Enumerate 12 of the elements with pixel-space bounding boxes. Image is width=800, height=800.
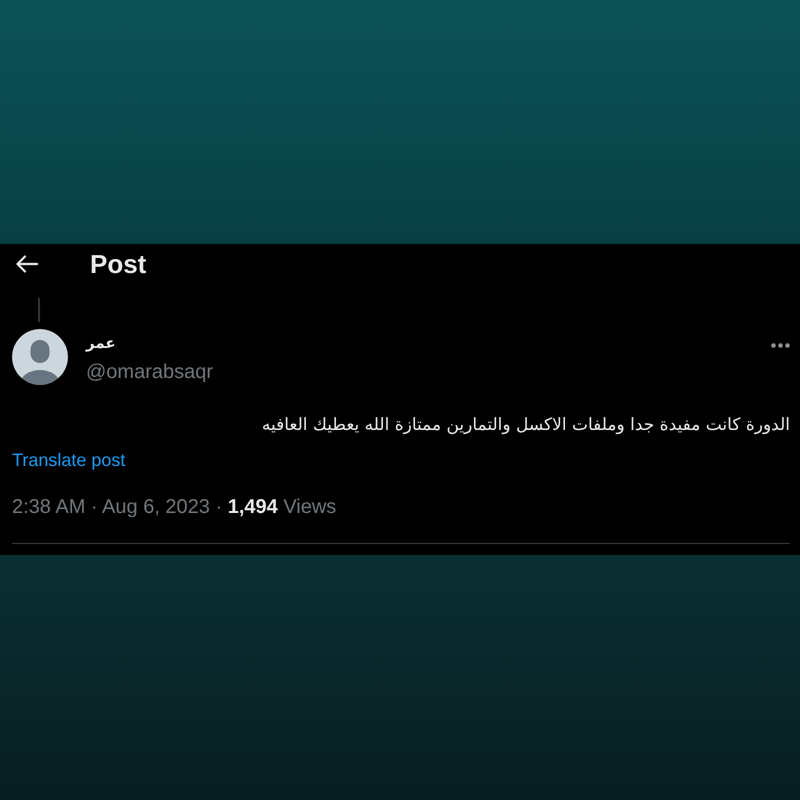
default-avatar-icon (12, 329, 68, 385)
post-text: الدورة كانت مفيدة جدا وملفات الاكسل والتمارين ممتازة الله يعطيك العافيه (262, 414, 790, 437)
post-timestamp: 2:38 AM · Aug 6, 2023 · 1,494 Views (12, 495, 336, 519)
author-handle: @omarabsaqr (86, 360, 214, 384)
more-options-button[interactable] (771, 341, 790, 350)
back-button[interactable] (16, 255, 38, 273)
translate-link[interactable]: Translate post (12, 449, 126, 471)
back-arrow-icon (16, 255, 38, 273)
page-title: Post (90, 248, 146, 280)
thread-line (38, 298, 40, 322)
author-name: عمر (86, 333, 116, 354)
more-icon (771, 343, 790, 348)
